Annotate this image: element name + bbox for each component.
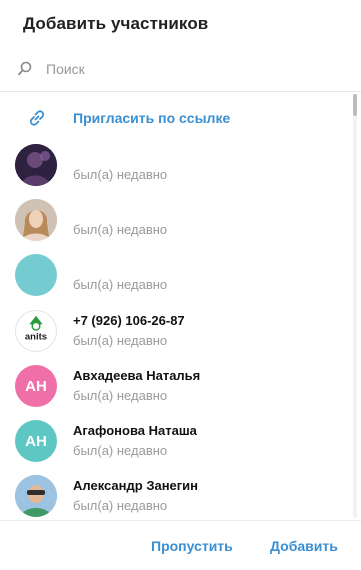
contact-row[interactable]: anits +7 (926) 106-26-87 был(а) недавно [0, 304, 352, 358]
add-button[interactable]: Добавить [270, 538, 338, 554]
avatar: anits [15, 310, 57, 352]
search-input[interactable] [46, 58, 326, 80]
contact-status: был(а) недавно [73, 333, 168, 348]
contact-status: был(а) недавно [73, 388, 168, 403]
invite-link-label: Пригласить по ссылке [73, 110, 231, 126]
scrollbar-thumb[interactable] [353, 94, 357, 116]
contact-name: Авхадеева Наталья [73, 368, 201, 383]
search-icon [18, 61, 32, 76]
contact-status: был(а) недавно [73, 222, 168, 237]
contact-status: был(а) недавно [73, 167, 168, 182]
contact-row[interactable]: АН Авхадеева Наталья был(а) недавно [0, 359, 352, 413]
avatar: АН [15, 365, 57, 407]
anits-logo-icon: anits [25, 315, 47, 343]
avatar-photo-icon [15, 475, 57, 517]
avatar-initials: АН [25, 432, 47, 450]
avatar-photo-icon [15, 199, 57, 241]
avatar [15, 254, 57, 296]
invite-link-button[interactable]: Пригласить по ссылке [0, 100, 352, 136]
contact-status: был(а) недавно [73, 443, 168, 458]
skip-button[interactable]: Пропустить [151, 538, 233, 554]
avatar-photo-icon [15, 144, 57, 186]
footer-divider [0, 520, 361, 521]
contact-status: был(а) недавно [73, 498, 168, 513]
contact-status: был(а) недавно [73, 277, 168, 292]
contact-name: Александр Занегин [73, 478, 199, 493]
add-members-dialog: Добавить участников Пригласить по ссылке [0, 0, 361, 570]
dialog-title: Добавить участников [23, 14, 209, 33]
avatar-initials: АН [25, 377, 47, 395]
avatar [15, 199, 57, 241]
contact-row[interactable]: был(а) недавно [0, 193, 352, 247]
contacts-list: Пригласить по ссылке был(а) недавно был(… [0, 92, 361, 520]
avatar [15, 144, 57, 186]
avatar: АН [15, 420, 57, 462]
contact-row[interactable]: был(а) недавно [0, 138, 352, 192]
avatar-logo-text: anits [25, 332, 47, 343]
link-icon [29, 110, 45, 126]
scrollbar-track[interactable] [353, 94, 357, 518]
contact-row[interactable]: был(а) недавно [0, 248, 352, 302]
contact-name: Агафонова Наташа [73, 423, 197, 438]
avatar [15, 475, 57, 517]
contact-row[interactable]: АН Агафонова Наташа был(а) недавно [0, 414, 352, 468]
contact-name: +7 (926) 106-26-87 [73, 313, 185, 328]
contact-row[interactable]: Александр Занегин был(а) недавно [0, 469, 352, 520]
search-bar [0, 52, 361, 86]
